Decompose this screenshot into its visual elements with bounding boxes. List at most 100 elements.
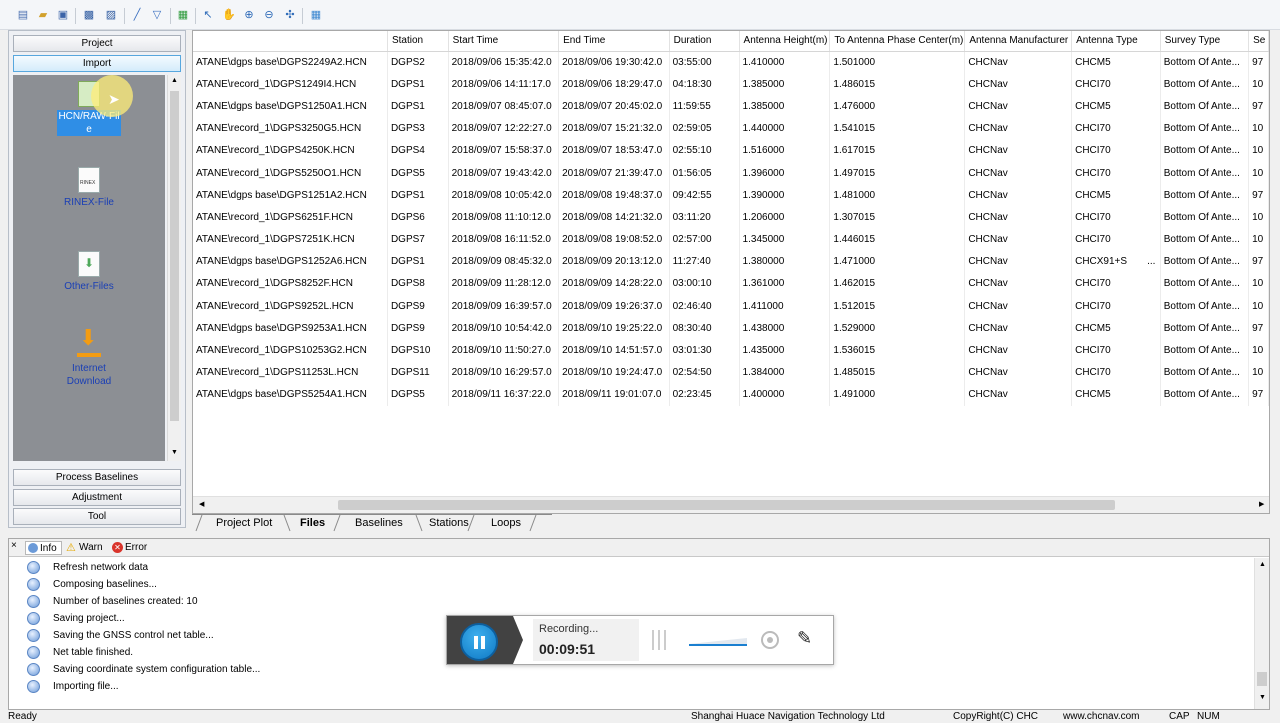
- scroll-thumb[interactable]: [170, 91, 179, 421]
- tab-files[interactable]: Files: [282, 515, 325, 531]
- table-cell: 1.438000: [739, 317, 831, 340]
- zoom-in-icon[interactable]: ⊕: [242, 8, 256, 22]
- log-tab-warn[interactable]: ⚠ Warn: [65, 541, 103, 555]
- new-file-icon[interactable]: ▤: [16, 8, 30, 22]
- hcn-raw-file-item[interactable]: HCN/RAW-File ➤: [13, 75, 165, 136]
- log-scroll-thumb[interactable]: [1257, 672, 1267, 686]
- column-header[interactable]: Duration: [669, 31, 740, 52]
- table-cell: 2018/09/10 16:29:57.0: [448, 361, 560, 384]
- table-row[interactable]: ATANE\record_1\DGPS7251K.HCN DGPS7 2018/09…: [193, 228, 1269, 251]
- table-cell: Bottom Of Ante...: [1160, 317, 1250, 340]
- column-header[interactable]: Survey Type: [1160, 31, 1250, 52]
- log-scroll-down-icon[interactable]: ▼: [1259, 694, 1266, 701]
- zoom-extent-icon[interactable]: ✣: [283, 8, 297, 22]
- table-cell: DGPS10: [387, 339, 449, 362]
- horizontal-scroll-thumb[interactable]: [338, 500, 1115, 510]
- column-header[interactable]: End Time: [558, 31, 670, 52]
- more-options-icon[interactable]: ...: [1147, 256, 1155, 267]
- table-row[interactable]: ATANE\dgps base\DGPS1251A2.HCN DGPS1 2018/…: [193, 184, 1269, 207]
- table-row[interactable]: ATANE\record_1\DGPS10253G2.HCN DGPS10 2018…: [193, 339, 1269, 362]
- pen-icon[interactable]: ✎: [797, 628, 812, 649]
- tab-stations[interactable]: Stations: [411, 515, 469, 531]
- log-tab-error[interactable]: ✕ Error: [111, 541, 147, 555]
- scroll-right-icon[interactable]: ▶: [1259, 500, 1264, 508]
- horizontal-scrollbar[interactable]: ◀ ▶: [193, 496, 1269, 513]
- volume-slider[interactable]: [689, 638, 747, 646]
- table-cell: CHCI70: [1071, 117, 1161, 140]
- table-cell: ATANE\dgps base\DGPS9253A1.HCN: [193, 317, 388, 340]
- table-cell: 1.411000: [739, 295, 831, 318]
- column-header[interactable]: [193, 31, 388, 52]
- table-row[interactable]: ATANE\dgps base\DGPS1250A1.HCN DGPS1 2018/…: [193, 95, 1269, 118]
- table-cell: 1.410000: [739, 51, 831, 74]
- table-cell: CHCNav: [964, 95, 1073, 118]
- import-scrollbar[interactable]: ▲ ▼: [167, 75, 181, 461]
- column-header[interactable]: To Antenna Phase Center(m): [829, 31, 966, 52]
- table-cell: 2018/09/09 14:28:22.0: [558, 272, 670, 296]
- table-row[interactable]: ATANE\record_1\DGPS1249I4.HCN DGPS1 2018/0…: [193, 73, 1269, 96]
- column-header[interactable]: Se: [1248, 31, 1269, 52]
- table-row[interactable]: ATANE\record_1\DGPS6251F.HCN DGPS6 2018/09…: [193, 206, 1269, 229]
- table-row[interactable]: ATANE\record_1\DGPS8252F.HCN DGPS8 2018/09…: [193, 272, 1269, 296]
- table-cell: Bottom Of Ante...: [1160, 184, 1250, 207]
- internet-download-item[interactable]: ⬇ Internet Download: [13, 327, 165, 388]
- column-header[interactable]: Antenna Height(m): [739, 31, 831, 52]
- pointer-icon[interactable]: ↖: [201, 8, 215, 22]
- zoom-out-icon[interactable]: ⊖: [262, 8, 276, 22]
- table-row[interactable]: ATANE\dgps base\DGPS5254A1.HCN DGPS5 2018/…: [193, 383, 1269, 406]
- process-baselines-button[interactable]: Process Baselines: [13, 469, 181, 486]
- table-row[interactable]: ATANE\dgps base\DGPS9253A1.HCN DGPS9 2018/…: [193, 317, 1269, 340]
- import-icon[interactable]: ▩: [82, 8, 96, 22]
- pan-icon[interactable]: ✋: [222, 8, 236, 22]
- table-cell: CHCX91+S...: [1071, 250, 1161, 273]
- table-cell: ATANE\record_1\DGPS6251F.HCN: [193, 206, 388, 229]
- save-icon[interactable]: ▣: [56, 8, 70, 22]
- table-cell: 1.206000: [739, 206, 831, 229]
- webcam-icon[interactable]: [761, 631, 779, 649]
- table-cell: CHCI70: [1071, 206, 1161, 229]
- tool-button[interactable]: Tool: [13, 508, 181, 525]
- table-row[interactable]: ATANE\record_1\DGPS9252L.HCN DGPS9 2018/09…: [193, 295, 1269, 318]
- table-cell: 02:23:45: [669, 383, 740, 406]
- table-row[interactable]: ATANE\record_1\DGPS3250G5.HCN DGPS3 2018/0…: [193, 117, 1269, 140]
- table-row[interactable]: ATANE\dgps base\DGPS2249A2.HCN DGPS2 2018/…: [193, 51, 1269, 74]
- table-cell: CHCI70: [1071, 295, 1161, 318]
- table-row[interactable]: ATANE\record_1\DGPS5250O1.HCN DGPS5 2018/0…: [193, 161, 1269, 185]
- tab-project-plot[interactable]: Project Plot: [198, 515, 272, 531]
- table-cell: DGPS3: [387, 117, 449, 140]
- column-header[interactable]: Antenna Manufacturer: [964, 31, 1073, 52]
- other-files-item[interactable]: ⬇ Other-Files: [13, 251, 165, 293]
- export-icon[interactable]: ▨: [104, 8, 118, 22]
- scroll-down-icon[interactable]: ▼: [171, 449, 178, 456]
- scroll-up-icon[interactable]: ▲: [171, 77, 178, 84]
- close-icon[interactable]: ×: [11, 540, 17, 551]
- column-header[interactable]: Station: [387, 31, 449, 52]
- cell-text: CHCX91+S: [1075, 256, 1128, 268]
- tab-loops[interactable]: Loops: [473, 515, 521, 531]
- log-line-text: Importing file...: [53, 681, 119, 692]
- tab-baselines[interactable]: Baselines: [337, 515, 403, 531]
- table-row[interactable]: ATANE\dgps base\DGPS1252A6.HCN DGPS1 2018/…: [193, 250, 1269, 273]
- triangle-icon[interactable]: ▽: [150, 8, 164, 22]
- pause-button[interactable]: [460, 623, 498, 661]
- table-cell: 11:27:40: [669, 250, 740, 273]
- table-row[interactable]: ATANE\record_1\DGPS11253L.HCN DGPS11 2018/…: [193, 361, 1269, 384]
- grid-icon[interactable]: ▦: [309, 8, 323, 22]
- table-row[interactable]: ATANE\record_1\DGPS4250K.HCN DGPS4 2018/09…: [193, 139, 1269, 162]
- table-cell: ATANE\dgps base\DGPS2249A2.HCN: [193, 51, 388, 74]
- log-scroll-up-icon[interactable]: ▲: [1259, 561, 1266, 568]
- import-button[interactable]: Import: [13, 55, 181, 72]
- log-scrollbar[interactable]: ▲ ▼: [1254, 558, 1269, 709]
- line-icon[interactable]: ╱: [130, 8, 144, 22]
- import-items-area: HCN/RAW-File ➤ RINEX RINEX-File ⬇ Other-…: [13, 75, 165, 461]
- column-header[interactable]: Start Time: [448, 31, 560, 52]
- rinex-file-item[interactable]: RINEX RINEX-File: [13, 167, 165, 209]
- log-tab-info[interactable]: Info: [25, 541, 62, 555]
- map-icon[interactable]: ▦: [176, 8, 190, 22]
- column-header[interactable]: Antenna Type: [1071, 31, 1161, 52]
- table-cell: 1.462015: [829, 272, 966, 296]
- adjustment-button[interactable]: Adjustment: [13, 489, 181, 506]
- open-folder-icon[interactable]: ▰: [36, 8, 50, 22]
- project-button[interactable]: Project: [13, 35, 181, 52]
- scroll-left-icon[interactable]: ◀: [199, 500, 204, 508]
